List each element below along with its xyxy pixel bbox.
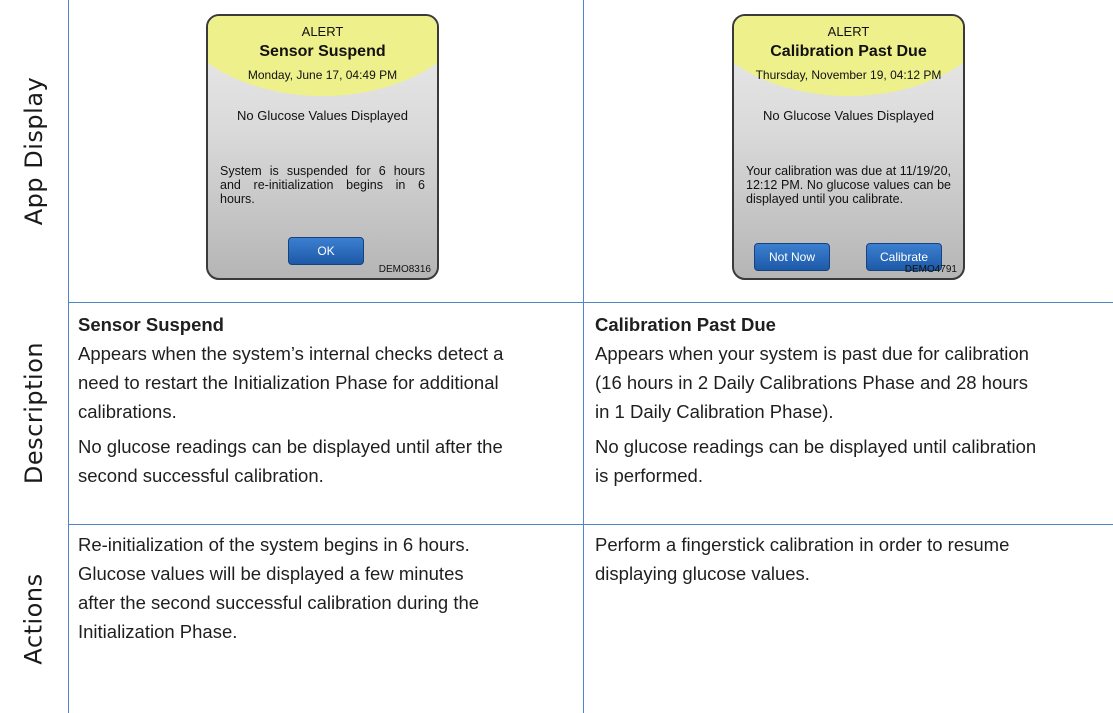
actions-line: after the second successful calibration … (78, 592, 480, 613)
alert-title: Calibration Past Due (770, 43, 927, 60)
description-heading: Sensor Suspend (78, 314, 224, 335)
description-line: second successful calibration. (78, 465, 324, 486)
actions-line: Initialization Phase. (78, 621, 238, 642)
row-label-app-display: App Display (20, 76, 49, 226)
alert-label: ALERT (827, 24, 870, 39)
actions-line: Re-initialization of the system begins i… (78, 534, 470, 555)
description-right: Calibration Past Due Appears when your s… (595, 310, 1110, 490)
row-divider-2 (68, 524, 1113, 525)
row-label-divider (68, 0, 69, 713)
demo-id: DEMO8316 (378, 264, 431, 275)
ok-button[interactable]: OK (288, 237, 364, 265)
description-line: is performed. (595, 465, 703, 486)
description-line: need to restart the Initialization Phase… (78, 372, 499, 393)
description-line: No glucose readings can be displayed unt… (595, 436, 1037, 457)
description-left: Sensor Suspend Appears when the system’s… (78, 310, 578, 490)
description-line: Appears when the system’s internal check… (78, 343, 504, 364)
row-label-actions: Actions (20, 572, 49, 665)
description-line: calibrations. (78, 401, 177, 422)
description-line: No glucose readings can be displayed unt… (78, 436, 503, 457)
actions-right: Perform a fingerstick calibration in ord… (595, 530, 1110, 588)
not-now-button[interactable]: Not Now (754, 243, 830, 271)
alert-date: Thursday, November 19, 04:12 PM (755, 68, 942, 82)
description-line: Appears when your system is past due for… (595, 343, 1029, 364)
alert-body: System is suspended for 6 hours and re-i… (220, 164, 425, 206)
alert-title: Sensor Suspend (259, 43, 386, 60)
actions-line: Perform a fingerstick calibration in ord… (595, 534, 1010, 555)
calibration-past-due-alert: ALERT Calibration Past Due Thursday, Nov… (732, 14, 965, 280)
column-divider (583, 0, 584, 713)
demo-id: DEMO4791 (904, 264, 957, 275)
description-line: (16 hours in 2 Daily Calibrations Phase … (595, 372, 1028, 393)
no-glucose-message: No Glucose Values Displayed (236, 108, 408, 123)
description-line: in 1 Daily Calibration Phase). (595, 401, 834, 422)
alert-label: ALERT (301, 24, 344, 39)
alert-date: Monday, June 17, 04:49 PM (247, 68, 398, 82)
actions-line: Glucose values will be displayed a few m… (78, 563, 464, 584)
no-glucose-message: No Glucose Values Displayed (762, 108, 934, 123)
actions-left: Re-initialization of the system begins i… (78, 530, 578, 646)
row-divider-1 (68, 302, 1113, 303)
description-heading: Calibration Past Due (595, 314, 776, 335)
row-label-description: Description (20, 341, 48, 485)
actions-line: displaying glucose values. (595, 563, 810, 584)
sensor-suspend-alert: ALERT Sensor Suspend Monday, June 17, 04… (206, 14, 439, 280)
alert-body: Your calibration was due at 11/19/20, 12… (746, 164, 951, 206)
